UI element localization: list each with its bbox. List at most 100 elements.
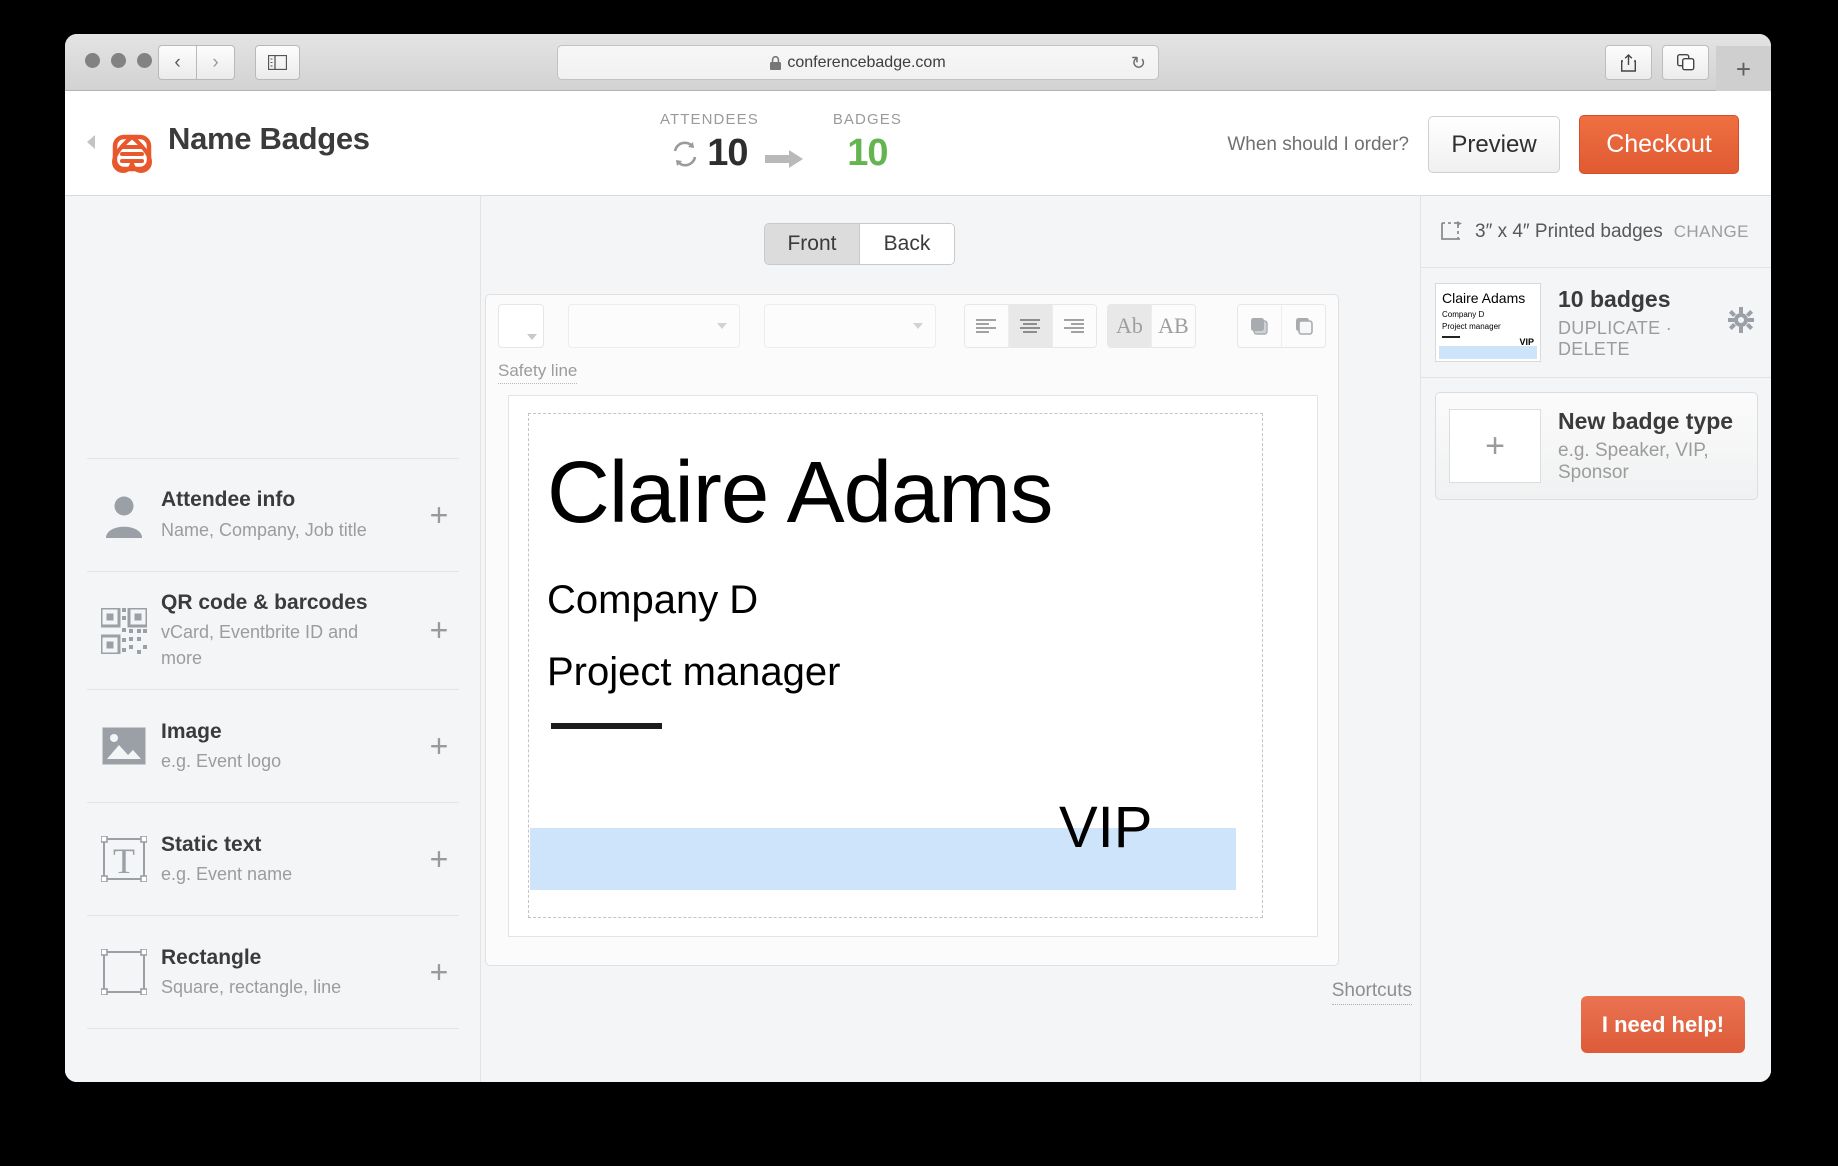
new-badge-type-add-icon[interactable]: + (1449, 409, 1541, 483)
sidebar-item-title: Rectangle (161, 945, 262, 969)
badge-vip-text[interactable]: VIP (1059, 794, 1153, 861)
safety-line-label[interactable]: Safety line (498, 361, 578, 384)
show-tabs-button[interactable] (1662, 45, 1709, 80)
bring-to-front-button[interactable] (1237, 305, 1281, 347)
sidebar-item-image[interactable]: Image e.g. Event logo + (87, 690, 459, 804)
duplicate-link[interactable]: DUPLICATE (1558, 318, 1660, 338)
badge-type-settings-button[interactable] (1724, 307, 1758, 338)
text-color-picker[interactable] (498, 304, 544, 348)
maximize-window-button[interactable] (137, 53, 152, 68)
add-image-button[interactable]: + (419, 728, 459, 765)
collapse-panel-arrow[interactable] (87, 135, 95, 149)
badge-type-actions: DUPLICATE · DELETE (1558, 318, 1724, 360)
svg-text:T: T (113, 841, 135, 881)
badge-type-thumbnail[interactable]: Claire Adams Company D Project manager V… (1435, 283, 1541, 362)
thumbnail-company: Company D (1442, 310, 1485, 319)
app-logo[interactable] (105, 95, 159, 182)
sidebar-item-title: QR code & barcodes (161, 591, 368, 614)
sidebar-item-text: Static text e.g. Event name (161, 832, 419, 887)
sidebar-item-rectangle[interactable]: Rectangle Square, rectangle, line + (87, 916, 459, 1030)
badge-canvas[interactable]: Claire Adams Company D Project manager V… (508, 395, 1318, 937)
crop-size-icon (1441, 220, 1462, 240)
font-size-select[interactable] (763, 304, 937, 348)
navigation-buttons[interactable]: ‹ › (158, 45, 235, 80)
badge-lanyard-logo-icon (111, 134, 153, 173)
checkout-button[interactable]: Checkout (1579, 115, 1739, 174)
need-help-button[interactable]: I need help! (1581, 996, 1745, 1053)
add-attendee-info-button[interactable]: + (419, 497, 459, 534)
badge-name-text[interactable]: Claire Adams (547, 449, 1053, 536)
badge-divider-line[interactable] (551, 723, 662, 729)
badge-company-text[interactable]: Company D (547, 578, 758, 623)
element-list: Attendee info Name, Company, Job title + (87, 458, 459, 1030)
add-rectangle-button[interactable]: + (419, 954, 459, 991)
text-align-group (963, 304, 1097, 348)
qr-code-icon (87, 607, 161, 654)
minimize-window-button[interactable] (111, 53, 126, 68)
send-to-back-button[interactable] (1281, 305, 1326, 347)
sync-icon[interactable] (671, 140, 699, 168)
thumbnail-vip: VIP (1519, 337, 1534, 347)
rectangle-icon (87, 949, 161, 996)
badges-counter: BADGES 10 (833, 111, 902, 175)
reload-button[interactable]: ↻ (1131, 53, 1146, 74)
change-size-link[interactable]: CHANGE (1674, 222, 1749, 242)
new-badge-type-info: New badge type e.g. Speaker, VIP, Sponso… (1558, 408, 1757, 484)
header-actions: When should I order? Preview Checkout (1227, 115, 1739, 174)
sidebar-item-qr-code[interactable]: QR code & barcodes vCard, Eventbrite ID … (87, 572, 459, 691)
badge-type-row[interactable]: Claire Adams Company D Project manager V… (1421, 268, 1771, 378)
new-badge-type-row[interactable]: + New badge type e.g. Speaker, VIP, Spon… (1435, 392, 1758, 500)
delete-link[interactable]: DELETE (1558, 339, 1630, 359)
editor-card: Ab AB Safety line Claire Adams Company D… (485, 294, 1339, 966)
badges-row: 10 (847, 132, 888, 175)
attendees-counter: ATTENDEES 10 (660, 111, 759, 175)
sidebar-item-attendee-info[interactable]: Attendee info Name, Company, Job title + (87, 458, 459, 572)
window-controls[interactable] (85, 53, 152, 68)
tab-front[interactable]: Front (765, 224, 859, 264)
add-static-text-button[interactable]: + (419, 841, 459, 878)
attendees-row: 10 (671, 132, 749, 175)
share-button[interactable] (1605, 45, 1652, 80)
address-bar[interactable]: conferencebadge.com ↻ (557, 45, 1159, 80)
sidebar-item-title: Static text (161, 832, 262, 856)
back-button[interactable]: ‹ (158, 45, 196, 80)
attendees-label: ATTENDEES (660, 111, 759, 128)
tabs-overview-icon (1676, 54, 1694, 71)
align-left-button[interactable] (964, 305, 1008, 347)
tab-back[interactable]: Back (859, 224, 954, 264)
align-center-icon (1020, 319, 1041, 333)
shortcuts-link[interactable]: Shortcuts (1331, 980, 1412, 1005)
add-qr-code-button[interactable]: + (419, 612, 459, 649)
align-left-icon (976, 319, 997, 333)
badge-count-label: 10 badges (1558, 285, 1671, 312)
thumbnail-divider (1442, 336, 1460, 338)
preview-button[interactable]: Preview (1428, 116, 1560, 173)
badge-role-text[interactable]: Project manager (547, 650, 840, 695)
attendees-value: 10 (707, 132, 748, 174)
font-family-select[interactable] (567, 304, 741, 348)
person-icon (87, 492, 161, 538)
close-window-button[interactable] (85, 53, 100, 68)
thumbnail-role: Project manager (1442, 322, 1501, 331)
align-center-button[interactable] (1007, 305, 1052, 347)
editor-toolbar: Ab AB (486, 295, 1338, 357)
sidebar-item-static-text[interactable]: T Static text e.g. Event name + (87, 803, 459, 917)
sidebar-toggle-button[interactable] (255, 45, 300, 80)
page-title: Name Badges (168, 121, 370, 156)
side-tabs: Front Back (764, 223, 955, 265)
app-header: Name Badges ATTENDEES 10 BADGES 10 When … (65, 91, 1771, 196)
forward-button[interactable]: › (196, 45, 235, 80)
case-mixed-button[interactable]: Ab (1107, 305, 1151, 347)
sidebar-item-title: Attendee info (161, 488, 296, 512)
when-should-i-order-link[interactable]: When should I order? (1227, 134, 1409, 156)
action-separator: · (1665, 317, 1672, 338)
sidebar-item-text: QR code & barcodes vCard, Eventbrite ID … (161, 590, 419, 671)
align-right-button[interactable] (1051, 305, 1096, 347)
sidebar-item-sub: Square, rectangle, line (161, 977, 342, 998)
image-icon (87, 726, 161, 766)
share-icon (1621, 53, 1636, 72)
sidebar-item-sub: e.g. Event name (161, 864, 293, 885)
text-case-group: Ab AB (1106, 304, 1196, 348)
case-upper-button[interactable]: AB (1150, 305, 1195, 347)
url-label: conferencebadge.com (787, 53, 946, 71)
